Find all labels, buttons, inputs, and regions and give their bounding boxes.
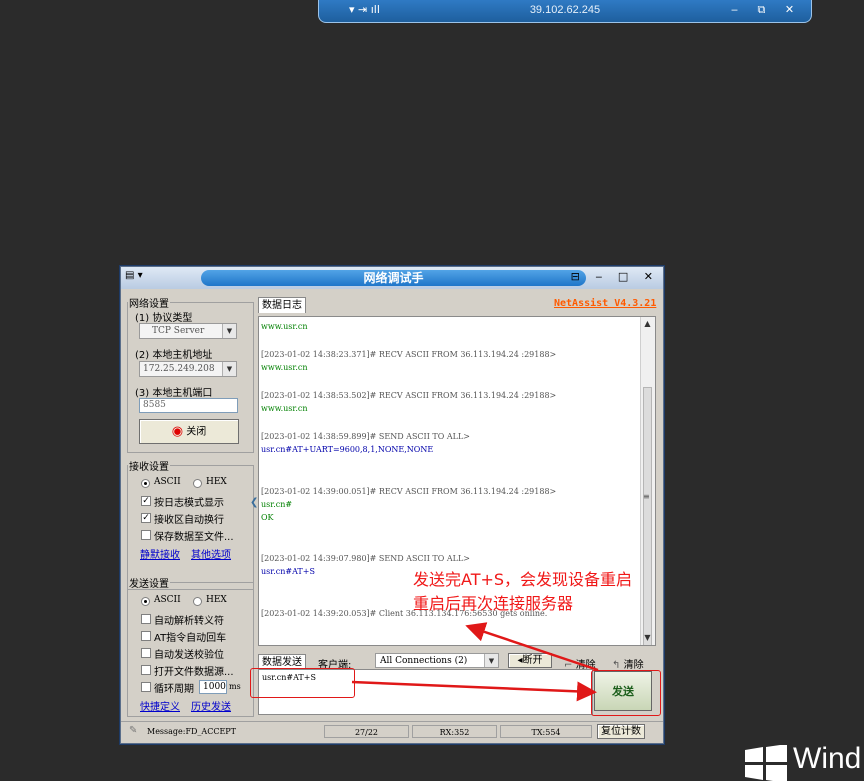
arrow-to-online-log bbox=[465, 622, 599, 672]
annotation-arrows bbox=[351, 622, 599, 702]
windows-watermark-text: Wind bbox=[793, 742, 862, 775]
annotation-line-2: 重启后再次连接服务器 bbox=[413, 594, 574, 613]
annotation-line-1: 发送完AT+S，会发现设备重启 bbox=[413, 570, 633, 589]
windows-logo-icon bbox=[745, 745, 787, 781]
arrow-to-send-button bbox=[351, 680, 597, 702]
